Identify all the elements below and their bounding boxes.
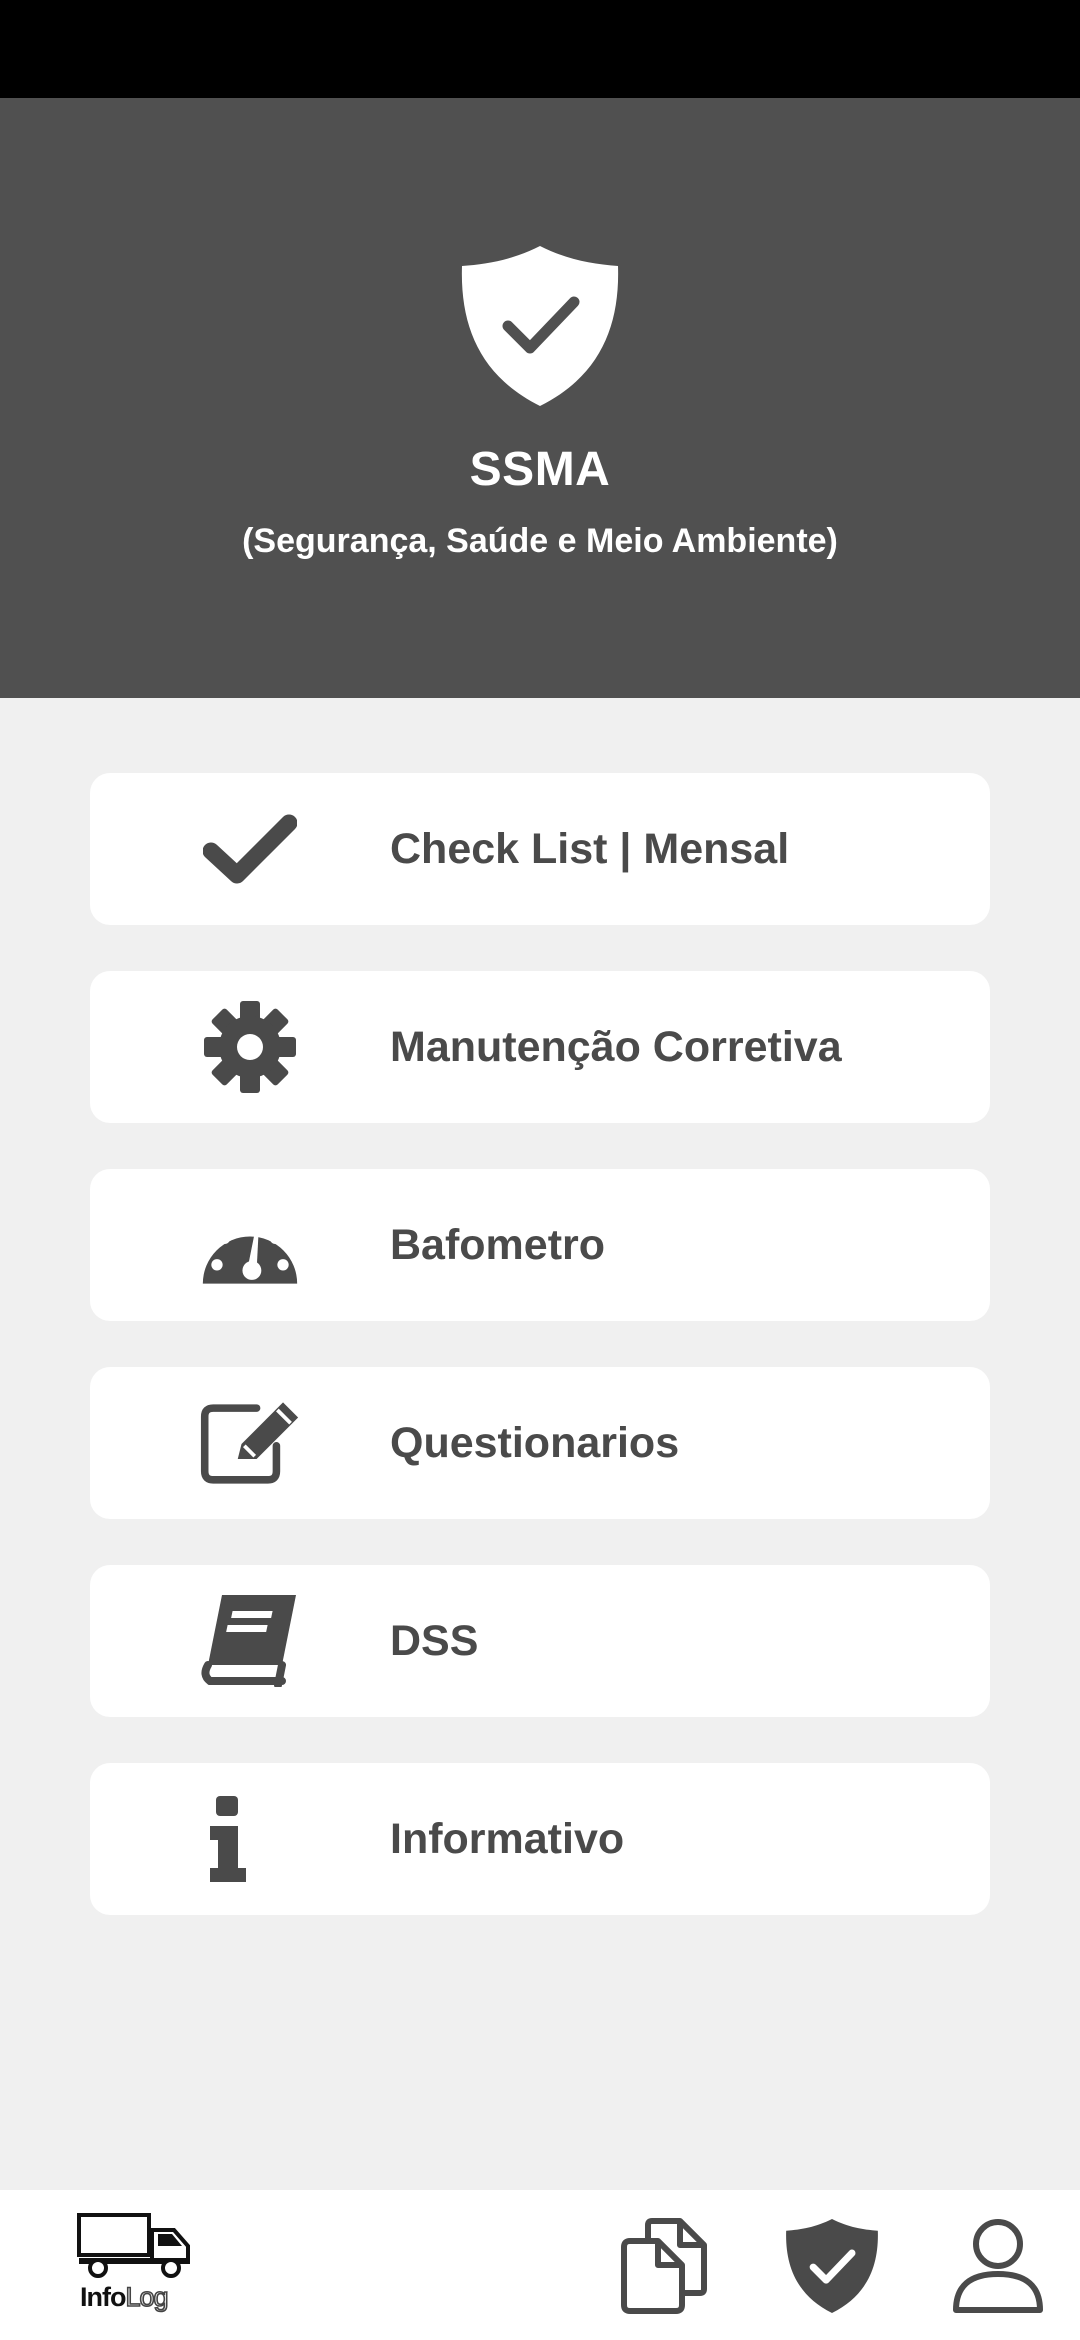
- edit-icon: [200, 1393, 300, 1493]
- truck-icon: [77, 2213, 190, 2278]
- bottom-nav: InfoLog: [0, 2190, 1080, 2340]
- documents-nav-button[interactable]: [614, 2214, 714, 2318]
- menu-item-label: Questionarios: [390, 1418, 680, 1467]
- page-subtitle: (Segurança, Saúde e Meio Ambiente): [242, 522, 838, 560]
- menu-list: Check List | Mensal Manutenção Corretiva…: [90, 773, 990, 1961]
- profile-nav-button[interactable]: [948, 2214, 1048, 2318]
- menu-item-label: Manutenção Corretiva: [390, 1022, 842, 1071]
- shield-check-icon: [461, 246, 619, 406]
- info-icon: [200, 1789, 300, 1889]
- menu-item-informativo[interactable]: Informativo: [90, 1763, 990, 1915]
- menu-item-questionarios[interactable]: Questionarios: [90, 1367, 990, 1519]
- page-title: SSMA: [469, 443, 611, 496]
- user-icon: [953, 2219, 1043, 2313]
- documents-icon: [621, 2218, 707, 2314]
- gear-icon: [200, 997, 300, 1097]
- menu-item-label: Bafometro: [390, 1220, 606, 1269]
- menu-item-label: DSS: [390, 1616, 479, 1665]
- menu-item-label: Informativo: [390, 1814, 625, 1863]
- status-bar: [0, 0, 1080, 98]
- menu-item-manutencao[interactable]: Manutenção Corretiva: [90, 971, 990, 1123]
- header: SSMA (Segurança, Saúde e Meio Ambiente): [0, 98, 1080, 698]
- menu-item-bafometro[interactable]: Bafometro: [90, 1169, 990, 1321]
- gauge-icon: [200, 1195, 300, 1295]
- ssma-nav-button[interactable]: [782, 2214, 882, 2318]
- logo-text: InfoLog: [80, 2281, 169, 2313]
- menu-item-check-list[interactable]: Check List | Mensal: [90, 773, 990, 925]
- menu-item-dss[interactable]: DSS: [90, 1565, 990, 1717]
- book-icon: [200, 1591, 300, 1691]
- shield-check-icon: [786, 2219, 878, 2313]
- checkmark-icon: [200, 799, 300, 899]
- menu-item-label: Check List | Mensal: [390, 824, 790, 873]
- app-logo[interactable]: InfoLog: [76, 2212, 196, 2316]
